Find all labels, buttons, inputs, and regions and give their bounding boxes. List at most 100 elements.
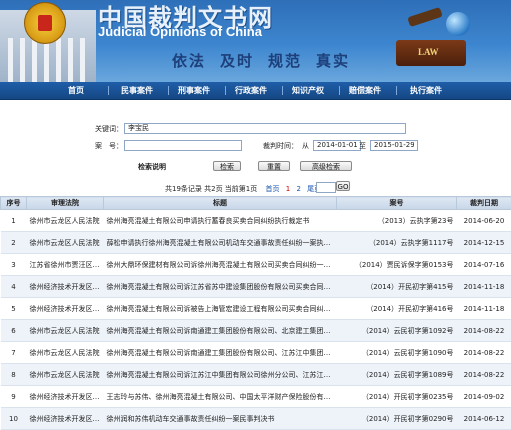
row-no: 1	[1, 210, 27, 232]
row-case-no: （2014）开民初字第0290号	[337, 408, 457, 430]
header-court: 审理法院	[27, 197, 104, 210]
row-case-no: （2014）云民初字第1092号	[337, 320, 457, 342]
row-title-link[interactable]: 徐州海亮混凝土有限公司诉南通建工集团股份有限公司、北京建工集团有限责任…	[104, 320, 337, 342]
row-court: 徐州市云龙区人民法院	[27, 232, 104, 254]
row-court: 徐州市云龙区人民法院	[27, 210, 104, 232]
nav-item-execution[interactable]: 执行案件	[410, 85, 442, 96]
row-court: 徐州经济技术开发区人…	[27, 408, 104, 430]
row-title-link[interactable]: 徐州海亮混凝土有限公司诉南通建工集团股份有限公司、江苏江中集团有限公司…	[104, 342, 337, 364]
date-to-input[interactable]	[370, 140, 418, 151]
date-label: 裁判时间：	[263, 141, 298, 151]
row-court: 徐州经济技术开发区人…	[27, 276, 104, 298]
row-title-link[interactable]: 徐州润和苏伟机动车交通事故责任纠纷一案民事判决书	[104, 408, 337, 430]
site-subtitle: Judicial Opinions of China	[98, 24, 262, 39]
pager-page-input[interactable]	[316, 182, 336, 193]
row-date: 2014-11-18	[457, 298, 511, 320]
table-row[interactable]: 4 徐州经济技术开发区人… 徐州海亮混凝土有限公司诉江苏省苏中建设集团股份有限公…	[1, 276, 511, 298]
table-row[interactable]: 5 徐州经济技术开发区人… 徐州海亮混凝土有限公司诉被告上海管宏建设工程有限公司…	[1, 298, 511, 320]
law-book-icon: LAW	[396, 40, 466, 66]
row-court: 徐州市云龙区人民法院	[27, 342, 104, 364]
site-banner: 中国裁判文书网 Judicial Opinions of China 依法及时规…	[0, 0, 511, 82]
nav-item-compensation[interactable]: 赔偿案件	[349, 85, 381, 96]
slogan-word: 及时	[220, 52, 254, 70]
table-row[interactable]: 3 江苏省徐州市贾汪区人… 徐州大鼎环保建材有限公司诉徐州海亮混凝土有限公司买卖…	[1, 254, 511, 276]
nav-item-home[interactable]: 首页	[68, 85, 84, 96]
table-row[interactable]: 9 徐州经济技术开发区人… 王志玲与苏伟、徐州海亮混凝土有限公司、中国太平洋财产…	[1, 386, 511, 408]
gavel-icon	[407, 7, 442, 27]
nav-item-civil[interactable]: 民事案件	[121, 85, 153, 96]
keyword-input[interactable]	[124, 123, 406, 134]
row-court: 徐州市云龙区人民法院	[27, 364, 104, 386]
row-title-link[interactable]: 徐州海亮混凝土有限公司诉被告上海管宏建设工程有限公司买卖合同纠纷一案…	[104, 298, 337, 320]
slogan-word: 依法	[172, 52, 206, 70]
national-emblem-icon	[24, 2, 66, 44]
row-date: 2014-08-22	[457, 342, 511, 364]
row-case-no: （2013）云执字第23号	[337, 210, 457, 232]
row-title-link[interactable]: 徐州海亮混凝土有限公司诉江苏省苏中建设集团股份有限公司买卖合同纠纷一…	[104, 276, 337, 298]
case-no-input[interactable]	[124, 140, 242, 151]
law-book-label: LAW	[418, 47, 439, 57]
row-title-link[interactable]: 徐州海亮混凝土有限公司诉江苏江中集团有限公司徐州分公司、江苏江中集团…	[104, 364, 337, 386]
table-row[interactable]: 7 徐州市云龙区人民法院 徐州海亮混凝土有限公司诉南通建工集团股份有限公司、江苏…	[1, 342, 511, 364]
search-button[interactable]: 检索	[213, 161, 241, 171]
header-title: 标题	[104, 197, 337, 210]
row-case-no: （2014）云执字第1117号	[337, 232, 457, 254]
table-row[interactable]: 8 徐州市云龙区人民法院 徐州海亮混凝土有限公司诉江苏江中集团有限公司徐州分公司…	[1, 364, 511, 386]
row-case-no: （2014）开民初字第416号	[337, 298, 457, 320]
row-date: 2014-11-18	[457, 276, 511, 298]
table-row[interactable]: 6 徐州市云龙区人民法院 徐州海亮混凝土有限公司诉南通建工集团股份有限公司、北京…	[1, 320, 511, 342]
row-court: 徐州市云龙区人民法院	[27, 320, 104, 342]
nav-item-administrative[interactable]: 行政案件	[235, 85, 267, 96]
table-row[interactable]: 2 徐州市云龙区人民法院 薛松申请执行徐州海亮混凝土有限公司机动车交通事故责任纠…	[1, 232, 511, 254]
row-case-no: （2014）云民初字第1089号	[337, 364, 457, 386]
row-date: 2014-12-15	[457, 232, 511, 254]
row-date: 2014-09-02	[457, 386, 511, 408]
header-date: 裁判日期	[457, 197, 511, 210]
row-no: 7	[1, 342, 27, 364]
row-title-link[interactable]: 王志玲与苏伟、徐州海亮混凝土有限公司、中国太平洋财产保险股份有限公司…	[104, 386, 337, 408]
row-court: 徐州经济技术开发区人…	[27, 298, 104, 320]
row-case-no: （2014）云民初字第1090号	[337, 342, 457, 364]
header-no: 序号	[1, 197, 27, 210]
header-case-no: 案号	[337, 197, 457, 210]
pager-go-button[interactable]: GO	[336, 181, 350, 191]
row-no: 6	[1, 320, 27, 342]
row-no: 2	[1, 232, 27, 254]
row-date: 2014-06-20	[457, 210, 511, 232]
row-date: 2014-08-22	[457, 320, 511, 342]
date-to-label: 至	[359, 141, 366, 151]
row-case-no: （2014）贾民诉保字第0153号	[337, 254, 457, 276]
row-date: 2014-06-12	[457, 408, 511, 430]
nav-item-ip[interactable]: 知识产权	[292, 85, 324, 96]
table-header-row: 序号 审理法院 标题 案号 裁判日期	[1, 197, 511, 210]
row-court: 江苏省徐州市贾汪区人…	[27, 254, 104, 276]
main-nav: 首页 民事案件 刑事案件 行政案件 知识产权 赔偿案件 执行案件	[0, 82, 511, 100]
row-court: 徐州经济技术开发区人…	[27, 386, 104, 408]
results-table: 序号 审理法院 标题 案号 裁判日期 1 徐州市云龙区人民法院 徐州海亮混凝土有…	[0, 196, 511, 430]
search-help-link[interactable]: 检索说明	[138, 162, 166, 172]
globe-icon	[446, 12, 470, 36]
slogan-word: 规范	[268, 52, 302, 70]
date-from-input[interactable]	[313, 140, 361, 151]
nav-item-criminal[interactable]: 刑事案件	[178, 85, 210, 96]
reset-button[interactable]: 重置	[258, 161, 290, 171]
advanced-search-button[interactable]: 高级检索	[300, 161, 352, 171]
slogan: 依法及时规范真实	[172, 50, 364, 71]
table-row[interactable]: 1 徐州市云龙区人民法院 徐州海亮混凝土有限公司申请执行蓄春良买卖合同纠纷执行裁…	[1, 210, 511, 232]
row-no: 4	[1, 276, 27, 298]
table-row[interactable]: 10 徐州经济技术开发区人… 徐州润和苏伟机动车交通事故责任纠纷一案民事判决书 …	[1, 408, 511, 430]
row-title-link[interactable]: 徐州大鼎环保建材有限公司诉徐州海亮混凝土有限公司买卖合同纠纷一审案件裁定书	[104, 254, 337, 276]
pager-summary: 共19条记录 共2页 当前第1页	[165, 185, 257, 193]
pager-page-link[interactable]: 2	[296, 185, 300, 193]
row-no: 8	[1, 364, 27, 386]
pager-page-link[interactable]: 1	[286, 185, 290, 193]
row-title-link[interactable]: 徐州海亮混凝土有限公司申请执行蓄春良买卖合同纠纷执行裁定书	[104, 210, 337, 232]
row-title-link[interactable]: 薛松申请执行徐州海亮混凝土有限公司机动车交通事故责任纠纷一案执行裁定书	[104, 232, 337, 254]
slogan-word: 真实	[316, 52, 350, 70]
row-case-no: （2014）开民初字第415号	[337, 276, 457, 298]
keyword-label: 关键词：	[95, 124, 123, 134]
date-from-label: 从	[302, 141, 309, 151]
row-no: 9	[1, 386, 27, 408]
pager-first-link[interactable]: 首页	[266, 185, 280, 193]
row-date: 2014-08-22	[457, 364, 511, 386]
